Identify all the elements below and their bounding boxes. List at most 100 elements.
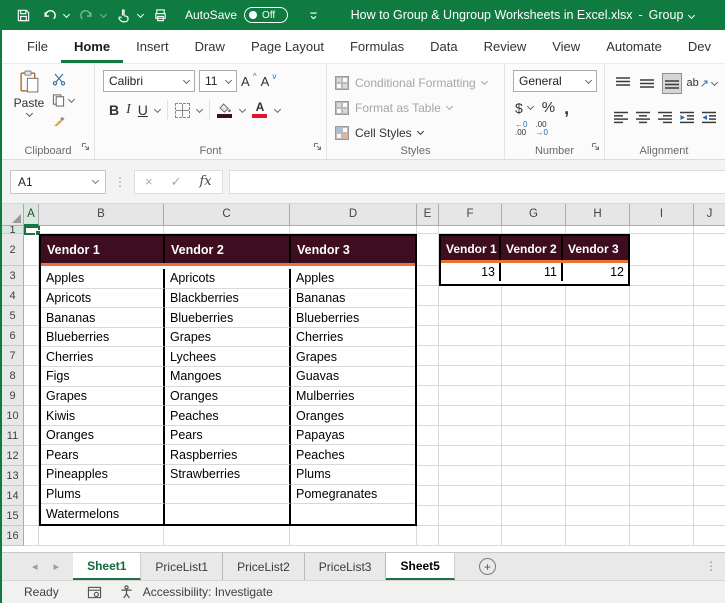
row-header[interactable]: 11	[2, 426, 24, 446]
row-header[interactable]: 5	[2, 306, 24, 326]
accessibility-icon[interactable]	[120, 585, 133, 599]
cell[interactable]: Cherries	[41, 347, 165, 368]
vendor-header-cell[interactable]: Vendor 3	[291, 236, 415, 263]
cell[interactable]: Mulberries	[291, 387, 415, 407]
vendor-header-cell[interactable]: Vendor 1	[41, 236, 165, 263]
active-cell-selection[interactable]	[24, 226, 41, 236]
underline-button[interactable]: U	[138, 102, 148, 118]
font-name-combo[interactable]: Calibri	[103, 70, 195, 92]
column-header[interactable]: D	[290, 204, 417, 226]
column-header[interactable]: G	[502, 204, 566, 226]
undo-icon[interactable]	[38, 4, 60, 26]
increase-indent-icon[interactable]	[700, 107, 717, 128]
number-format-combo[interactable]: General	[513, 70, 597, 92]
row-header[interactable]: 10	[2, 406, 24, 426]
ribbon-tab[interactable]: Formulas	[337, 30, 417, 63]
cell[interactable]: Kiwis	[41, 406, 165, 426]
fill-color-chevron[interactable]	[238, 105, 246, 113]
ribbon-tab[interactable]: Review	[471, 30, 540, 63]
autosave-switch[interactable]: Off	[244, 7, 289, 23]
column-header[interactable]: F	[439, 204, 502, 226]
row-header[interactable]: 16	[2, 526, 24, 546]
row-header[interactable]: 9	[2, 386, 24, 406]
align-right-icon[interactable]	[657, 107, 674, 128]
italic-button[interactable]: I	[126, 102, 131, 118]
column-header[interactable]: E	[417, 204, 439, 226]
sheet-tab[interactable]: Sheet5	[386, 553, 455, 580]
cell[interactable]: Grapes	[41, 386, 165, 407]
clipboard-dialog-launcher[interactable]	[81, 138, 90, 156]
formula-bar-grip-icon[interactable]: ⋮	[114, 175, 126, 189]
row-header[interactable]: 1	[2, 226, 24, 234]
cell[interactable]: Bananas	[41, 308, 165, 328]
ribbon-tab[interactable]: Dev	[675, 30, 724, 63]
formula-input[interactable]	[228, 169, 725, 194]
fill-color-button[interactable]	[217, 102, 233, 118]
increase-decimal-button[interactable]: ←0.00	[515, 121, 527, 137]
count-cell[interactable]: 11	[501, 263, 563, 281]
cell[interactable]	[165, 504, 291, 524]
column-header[interactable]: B	[39, 204, 164, 226]
prev-sheet-icon[interactable]: ◂	[32, 560, 38, 573]
cell[interactable]: Apples	[41, 269, 165, 289]
cell[interactable]: Figs	[41, 367, 165, 387]
cell[interactable]: Oranges	[41, 425, 165, 446]
ribbon-options-icon[interactable]	[302, 4, 324, 26]
comma-style-button[interactable]: ,	[564, 99, 569, 117]
cell[interactable]: Mangoes	[165, 367, 291, 387]
align-middle-icon[interactable]	[637, 73, 656, 94]
cell[interactable]: Apricots	[41, 288, 165, 309]
borders-chevron[interactable]	[195, 105, 203, 113]
align-center-icon[interactable]	[635, 107, 652, 128]
currency-button[interactable]: $	[515, 100, 523, 116]
row-header[interactable]: 4	[2, 286, 24, 306]
insert-function-icon[interactable]: fx	[200, 174, 212, 189]
ribbon-tab[interactable]: View	[539, 30, 593, 63]
font-color-button[interactable]: A	[252, 101, 268, 118]
row-header[interactable]: 7	[2, 346, 24, 366]
cell[interactable]: Cherries	[291, 328, 415, 348]
cell[interactable]: Blackberries	[165, 288, 291, 309]
shrink-font-button[interactable]: Av	[261, 72, 277, 89]
bold-button[interactable]: B	[109, 102, 119, 118]
new-sheet-button[interactable]: +	[478, 558, 496, 575]
sheet-tab[interactable]: PriceList1	[141, 553, 224, 580]
cell[interactable]: Oranges	[291, 406, 415, 426]
font-size-combo[interactable]: 11	[199, 70, 237, 92]
font-color-chevron[interactable]	[273, 105, 281, 113]
cell[interactable]: Blueberries	[41, 327, 165, 348]
next-sheet-icon[interactable]: ▸	[54, 560, 60, 573]
macro-record-icon[interactable]	[87, 586, 102, 599]
grow-font-button[interactable]: A ^	[241, 72, 257, 89]
row-header[interactable]: 13	[2, 466, 24, 486]
ribbon-tab[interactable]: Insert	[123, 30, 182, 63]
decrease-indent-icon[interactable]	[678, 107, 695, 128]
cell[interactable]: Blueberries	[291, 308, 415, 328]
copy-button[interactable]	[52, 91, 76, 109]
ribbon-tab[interactable]: File	[14, 30, 61, 63]
vendor-header-cell[interactable]: Vendor 1	[441, 236, 501, 260]
vendor-header-cell[interactable]: Vendor 2	[501, 236, 563, 260]
row-header[interactable]: 8	[2, 366, 24, 386]
cell[interactable]: Raspberries	[165, 445, 291, 466]
percent-button[interactable]: %	[542, 99, 555, 116]
count-cell[interactable]: 12	[563, 263, 628, 281]
cell[interactable]: Pears	[41, 445, 165, 466]
decrease-decimal-button[interactable]: .00 →0	[535, 121, 547, 137]
cell[interactable]: Lychees	[165, 347, 291, 368]
cell[interactable]: Pineapples	[41, 465, 165, 485]
align-left-icon[interactable]	[613, 107, 630, 128]
cell[interactable]: Apples	[291, 269, 415, 289]
underline-chevron[interactable]	[153, 105, 161, 113]
vendor-header-cell[interactable]: Vendor 2	[165, 236, 291, 263]
tabstrip-grip-icon[interactable]: ⋮	[705, 559, 717, 573]
ribbon-tab[interactable]: Home	[60, 30, 124, 63]
cut-button[interactable]	[52, 70, 66, 88]
currency-chevron[interactable]	[526, 102, 534, 111]
row-header[interactable]: 3	[2, 266, 24, 286]
ribbon-tab[interactable]: Automate	[593, 30, 675, 63]
cell[interactable]: Guavas	[291, 367, 415, 387]
cell[interactable]: Pomegranates	[291, 485, 415, 505]
cell[interactable]: Blueberries	[165, 308, 291, 328]
undo-menu-chevron[interactable]	[62, 10, 71, 18]
